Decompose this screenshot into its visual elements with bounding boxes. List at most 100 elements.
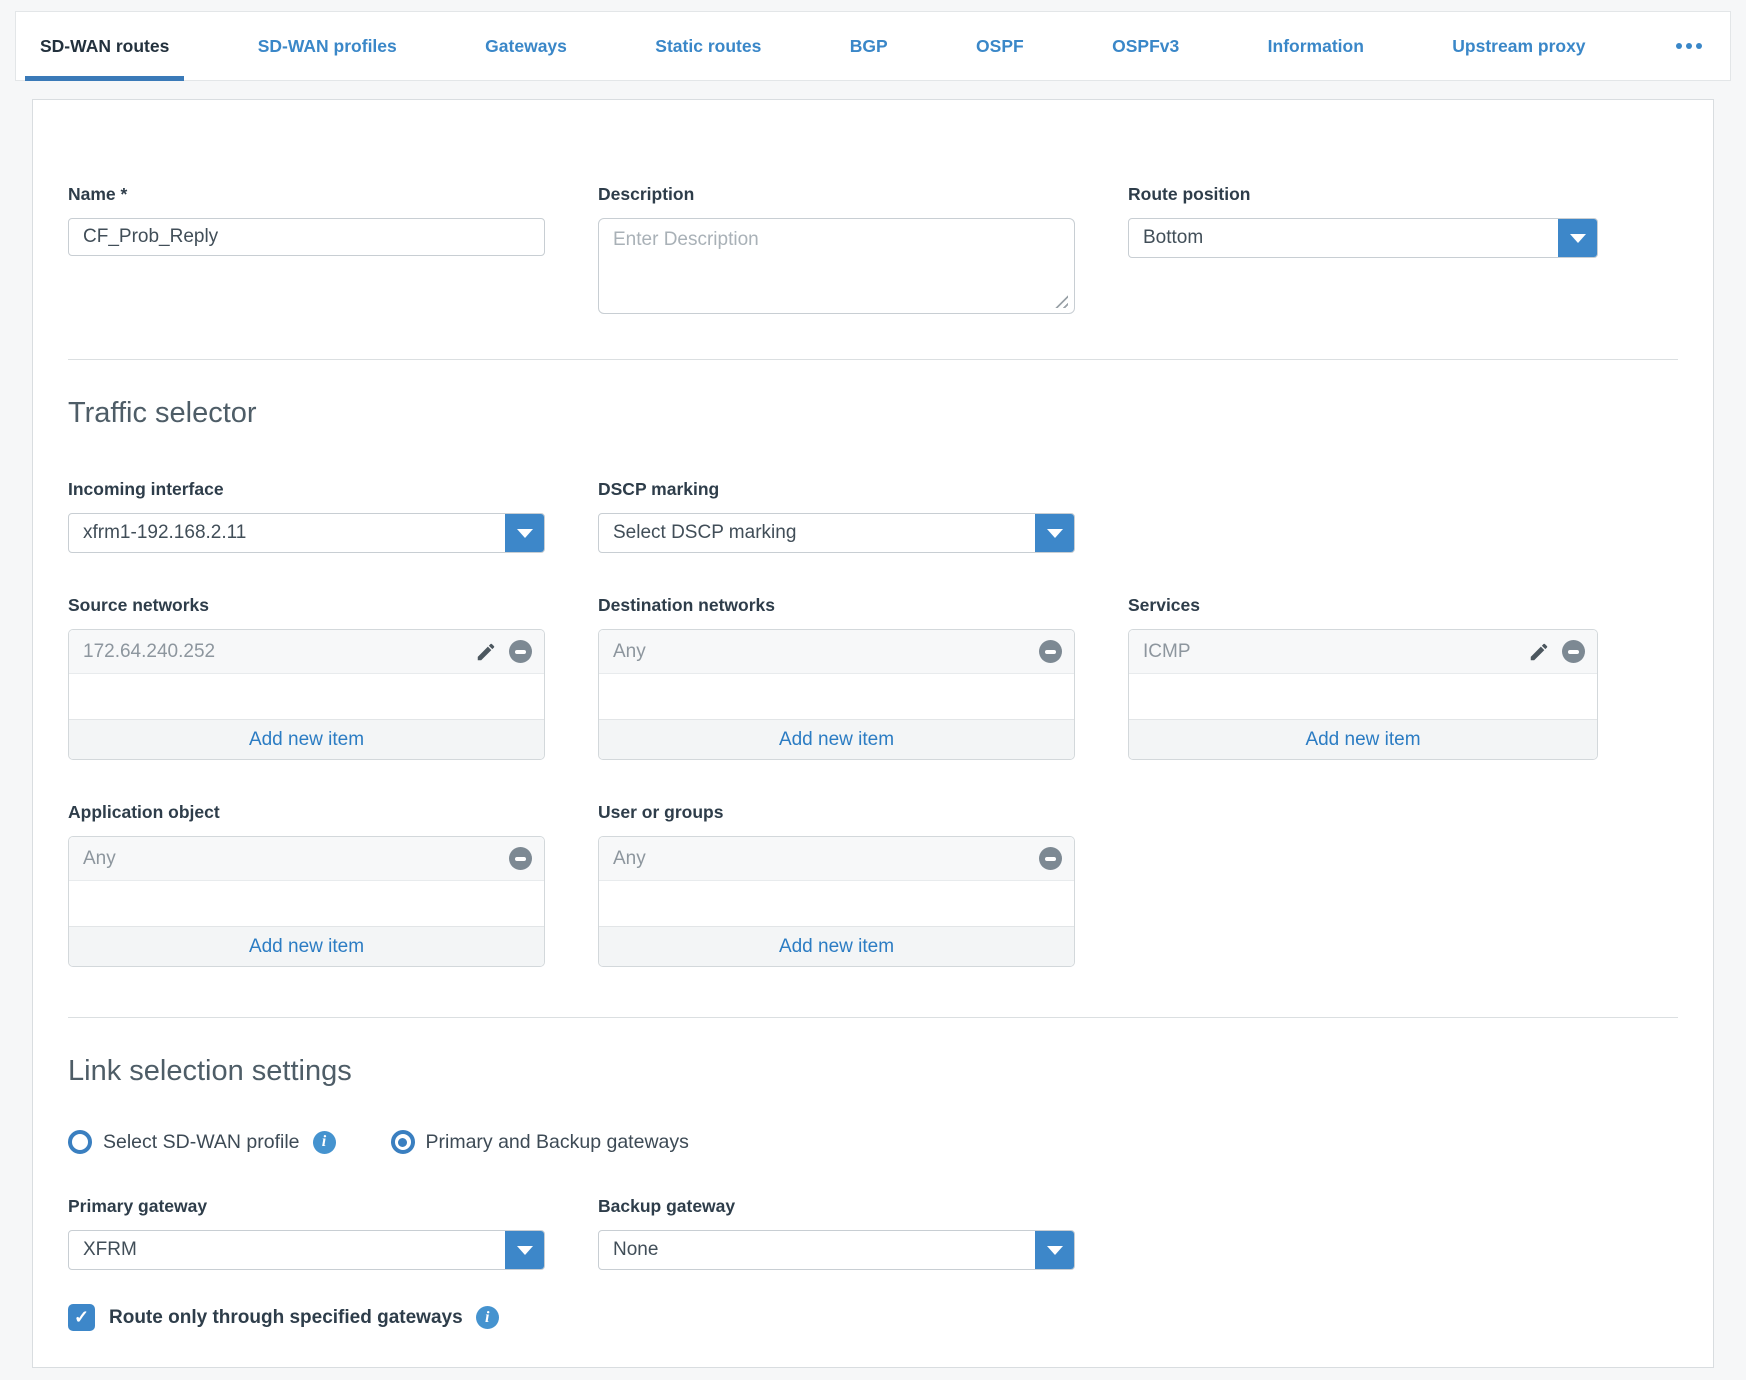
add-new-item-button[interactable]: Add new item <box>69 719 544 759</box>
tab-sd-wan-profiles[interactable]: SD-WAN profiles <box>258 11 397 81</box>
destination-networks-label: Destination networks <box>598 595 1075 616</box>
listbox-empty-area <box>1129 674 1597 719</box>
name-input[interactable] <box>68 218 545 256</box>
info-icon[interactable]: i <box>476 1306 499 1329</box>
services-label: Services <box>1128 595 1598 616</box>
route-position-label: Route position <box>1128 184 1598 205</box>
incoming-interface-value: xfrm1-192.168.2.11 <box>69 514 505 552</box>
list-item: 172.64.240.252 <box>69 630 544 674</box>
name-label: Name * <box>68 184 545 205</box>
remove-item-icon[interactable] <box>509 640 532 663</box>
tab-label: Information <box>1268 36 1364 57</box>
description-label: Description <box>598 184 1075 205</box>
dscp-marking-label: DSCP marking <box>598 479 1075 500</box>
list-item-value: Any <box>613 848 1027 870</box>
caret-down-icon <box>1570 234 1586 243</box>
list-item-value: Any <box>613 641 1027 663</box>
gateways-row: Primary gateway XFRM Backup gateway None <box>68 1196 1678 1270</box>
tab-label: SD-WAN routes <box>40 36 169 57</box>
source-networks-listbox: 172.64.240.252 Add new item <box>68 629 545 760</box>
source-networks-label: Source networks <box>68 595 545 616</box>
backup-gateway-value: None <box>599 1231 1035 1269</box>
list-item: ICMP <box>1129 630 1597 674</box>
listbox-empty-area <box>599 674 1074 719</box>
caret-down-icon <box>1047 529 1063 538</box>
tab-static-routes[interactable]: Static routes <box>655 11 761 81</box>
tab-ospfv3[interactable]: OSPFv3 <box>1112 11 1179 81</box>
dropdown-button[interactable] <box>1035 513 1075 553</box>
primary-gateway-value: XFRM <box>69 1231 505 1269</box>
backup-gateway-dropdown[interactable]: None <box>598 1230 1075 1270</box>
tab-gateways[interactable]: Gateways <box>485 11 567 81</box>
route-only-label[interactable]: Route only through specified gateways <box>109 1307 463 1329</box>
remove-item-icon[interactable] <box>1039 640 1062 663</box>
radio-label[interactable]: Select SD-WAN profile <box>103 1131 300 1154</box>
edit-icon[interactable] <box>1528 641 1550 663</box>
tab-bgp[interactable]: BGP <box>850 11 888 81</box>
add-new-item-button[interactable]: Add new item <box>69 926 544 966</box>
radio-primary-backup-gateways[interactable] <box>391 1130 415 1154</box>
list-item: Any <box>599 837 1074 881</box>
application-object-label: Application object <box>68 802 545 823</box>
add-new-item-button[interactable]: Add new item <box>599 719 1074 759</box>
tab-label: Static routes <box>655 36 761 57</box>
tab-label: OSPF <box>976 36 1024 57</box>
dropdown-button[interactable] <box>505 1230 545 1270</box>
remove-item-icon[interactable] <box>1562 640 1585 663</box>
list-item: Any <box>599 630 1074 674</box>
listbox-empty-area <box>69 881 544 926</box>
list-item-value: Any <box>83 848 497 870</box>
caret-down-icon <box>517 1246 533 1255</box>
route-position-dropdown[interactable]: Bottom <box>1128 218 1598 258</box>
description-textarea[interactable] <box>598 218 1075 314</box>
tab-bar: SD-WAN routes SD-WAN profiles Gateways S… <box>15 11 1731 81</box>
add-new-item-button[interactable]: Add new item <box>1129 719 1597 759</box>
link-selection-radio-group: Select SD-WAN profile i Primary and Back… <box>68 1130 1678 1154</box>
dscp-marking-dropdown[interactable]: Select DSCP marking <box>598 513 1075 553</box>
section-divider <box>68 1017 1678 1018</box>
route-only-row: ✓ Route only through specified gateways … <box>68 1304 1678 1331</box>
dropdown-button[interactable] <box>1558 218 1598 258</box>
section-divider <box>68 359 1678 360</box>
incoming-interface-dropdown[interactable]: xfrm1-192.168.2.11 <box>68 513 545 553</box>
sd-wan-route-form: Name * Description Route position Bottom… <box>32 99 1714 1368</box>
tab-label: OSPFv3 <box>1112 36 1179 57</box>
user-or-groups-label: User or groups <box>598 802 1075 823</box>
interface-dscp-row: Incoming interface xfrm1-192.168.2.11 DS… <box>68 479 1678 553</box>
list-item-value: 172.64.240.252 <box>83 641 463 663</box>
tab-ospf[interactable]: OSPF <box>976 11 1024 81</box>
route-only-checkbox[interactable]: ✓ <box>68 1304 95 1331</box>
tab-sd-wan-routes[interactable]: SD-WAN routes <box>40 11 169 81</box>
tab-label: Upstream proxy <box>1452 36 1585 57</box>
add-new-item-button[interactable]: Add new item <box>599 926 1074 966</box>
tab-information[interactable]: Information <box>1268 11 1364 81</box>
caret-down-icon <box>517 529 533 538</box>
radio-select-sd-wan-profile[interactable] <box>68 1130 92 1154</box>
general-fields-row: Name * Description Route position Bottom <box>68 184 1678 319</box>
route-position-value: Bottom <box>1129 219 1558 257</box>
tab-label: Gateways <box>485 36 567 57</box>
dropdown-button[interactable] <box>505 513 545 553</box>
radio-label[interactable]: Primary and Backup gateways <box>426 1131 689 1154</box>
edit-icon[interactable] <box>475 641 497 663</box>
networks-services-row: Source networks 172.64.240.252 Add new i… <box>68 595 1678 760</box>
more-tabs-icon[interactable] <box>1674 37 1704 55</box>
traffic-selector-title: Traffic selector <box>68 397 1678 430</box>
remove-item-icon[interactable] <box>509 847 532 870</box>
dropdown-button[interactable] <box>1035 1230 1075 1270</box>
link-selection-title: Link selection settings <box>68 1055 1678 1088</box>
listbox-empty-area <box>69 674 544 719</box>
tab-upstream-proxy[interactable]: Upstream proxy <box>1452 11 1585 81</box>
primary-gateway-label: Primary gateway <box>68 1196 545 1217</box>
dscp-marking-value: Select DSCP marking <box>599 514 1035 552</box>
list-item: Any <box>69 837 544 881</box>
incoming-interface-label: Incoming interface <box>68 479 545 500</box>
primary-gateway-dropdown[interactable]: XFRM <box>68 1230 545 1270</box>
listbox-empty-area <box>599 881 1074 926</box>
tab-label: BGP <box>850 36 888 57</box>
caret-down-icon <box>1047 1246 1063 1255</box>
application-object-listbox: Any Add new item <box>68 836 545 967</box>
remove-item-icon[interactable] <box>1039 847 1062 870</box>
application-users-row: Application object Any Add new item User… <box>68 802 1678 967</box>
info-icon[interactable]: i <box>313 1131 336 1154</box>
